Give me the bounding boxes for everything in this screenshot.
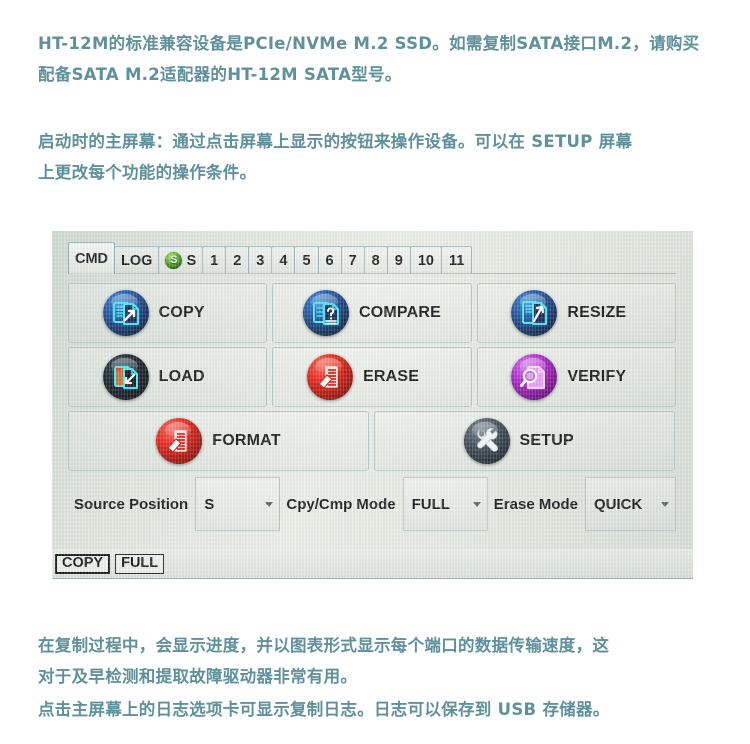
erase-button-label: ERASE: [362, 368, 420, 385]
erase-mode-value: QUICK: [594, 495, 643, 513]
erase-button[interactable]: ERASE: [272, 347, 472, 407]
tab-port-5-label: 5: [302, 252, 311, 269]
status-scope-badge: FULL: [115, 553, 165, 574]
device-screen-photo: CMD LOG S S 1 2 3 4 5 6 7 8 9 10 11 COPY…: [52, 231, 693, 579]
copy-button-label: COPY: [158, 304, 205, 321]
copy-button[interactable]: COPY: [68, 283, 268, 343]
tab-port-2[interactable]: 2: [225, 246, 250, 274]
tab-port-7[interactable]: 7: [340, 246, 365, 274]
chevron-down-icon: [660, 501, 669, 507]
compare-button-label: COMPARE: [358, 304, 441, 321]
settings-strip: Source Position S Cpy/Cmp Mode FULL Eras…: [68, 475, 676, 533]
cpy-cmp-mode-dropdown[interactable]: FULL: [402, 477, 488, 531]
tab-port-6-label: 6: [325, 252, 334, 269]
status-mode-badge: COPY: [55, 553, 111, 574]
format-button[interactable]: FORMAT: [68, 411, 369, 471]
function-row-3: FORMAT SETUP: [68, 411, 676, 471]
copy-document-arrow-icon: [102, 290, 149, 336]
paragraph-copy-progress: 在复制过程中，会显示进度，并以图表形式显示每个端口的数据传输速度，这 对于及早检…: [38, 636, 610, 686]
wrench-icon: [463, 418, 510, 464]
verify-magnifier-document-icon: [511, 354, 558, 400]
cpy-cmp-mode-value: FULL: [411, 495, 450, 513]
source-position-value: S: [204, 495, 215, 513]
erase-mode-label: Erase Mode: [493, 495, 578, 513]
tab-source[interactable]: S S: [158, 246, 204, 274]
source-position-dropdown[interactable]: S: [195, 477, 281, 531]
erase-document-eraser-icon: [306, 354, 353, 400]
tab-port-8-label: 8: [371, 252, 380, 269]
resize-document-arrow-icon: [511, 290, 558, 336]
tab-log[interactable]: LOG: [114, 246, 160, 274]
tab-port-8[interactable]: 8: [363, 246, 388, 274]
format-document-eraser-icon: [156, 418, 203, 464]
tab-port-11-label: 11: [448, 252, 465, 269]
compare-document-question-icon: [302, 290, 349, 336]
function-row-1: COPY COMPARE RESIZE: [68, 283, 676, 343]
tab-source-label: S: [186, 252, 197, 269]
tab-log-label: LOG: [121, 252, 153, 269]
chevron-down-icon: [265, 501, 274, 507]
tab-cmd[interactable]: CMD: [68, 242, 116, 274]
tab-port-10-label: 10: [417, 252, 434, 269]
source-status-icon: S: [165, 252, 183, 269]
tab-cmd-label: CMD: [75, 250, 109, 267]
tab-port-9-label: 9: [394, 252, 403, 269]
tab-port-4[interactable]: 4: [271, 246, 296, 274]
load-button[interactable]: LOAD: [68, 347, 268, 407]
setup-button-label: SETUP: [519, 432, 574, 449]
tab-port-2-label: 2: [233, 252, 242, 269]
tab-port-3-label: 3: [256, 252, 265, 269]
tab-port-10[interactable]: 10: [409, 246, 442, 274]
status-bar: COPY FULL: [52, 549, 693, 579]
resize-button-label: RESIZE: [567, 304, 627, 321]
tab-port-1-label: 1: [210, 252, 219, 269]
paragraph-log-tab: 点击主屏幕上的日志选项卡可显示复制日志。日志可以保存到 USB 存储器。: [38, 700, 610, 719]
tab-port-6[interactable]: 6: [317, 246, 342, 274]
lcd-screen: CMD LOG S S 1 2 3 4 5 6 7 8 9 10 11 COPY…: [62, 237, 682, 552]
tab-bar[interactable]: CMD LOG S S 1 2 3 4 5 6 7 8 9 10 11: [68, 241, 473, 274]
paragraph-main-screen: 启动时的主屏幕：通过点击屏幕上显示的按钮来操作设备。可以在 SETUP 屏幕 上…: [38, 132, 633, 182]
erase-mode-dropdown[interactable]: QUICK: [585, 477, 676, 531]
load-button-label: LOAD: [158, 368, 205, 385]
setup-button[interactable]: SETUP: [374, 411, 675, 471]
chevron-down-icon: [472, 501, 481, 507]
tab-port-3[interactable]: 3: [248, 246, 273, 274]
tab-port-5[interactable]: 5: [294, 246, 319, 274]
tab-port-4-label: 4: [279, 252, 288, 269]
verify-button[interactable]: VERIFY: [476, 347, 676, 407]
load-folder-document-icon: [102, 354, 149, 400]
paragraph-compatible-devices: HT-12M的标准兼容设备是PCIe/NVMe M.2 SSD。如需复制SATA…: [38, 34, 700, 84]
tab-port-9[interactable]: 9: [386, 246, 411, 274]
function-row-2: LOAD ERASE VERIFY: [68, 347, 676, 407]
tab-port-7-label: 7: [348, 252, 357, 269]
source-position-label: Source Position: [74, 495, 189, 513]
resize-button[interactable]: RESIZE: [476, 283, 676, 343]
tab-port-11[interactable]: 11: [440, 246, 473, 274]
cpy-cmp-mode-label: Cpy/Cmp Mode: [286, 495, 396, 513]
format-button-label: FORMAT: [212, 432, 281, 449]
verify-button-label: VERIFY: [567, 368, 627, 385]
tab-port-1[interactable]: 1: [202, 246, 227, 274]
compare-button[interactable]: COMPARE: [272, 283, 472, 343]
